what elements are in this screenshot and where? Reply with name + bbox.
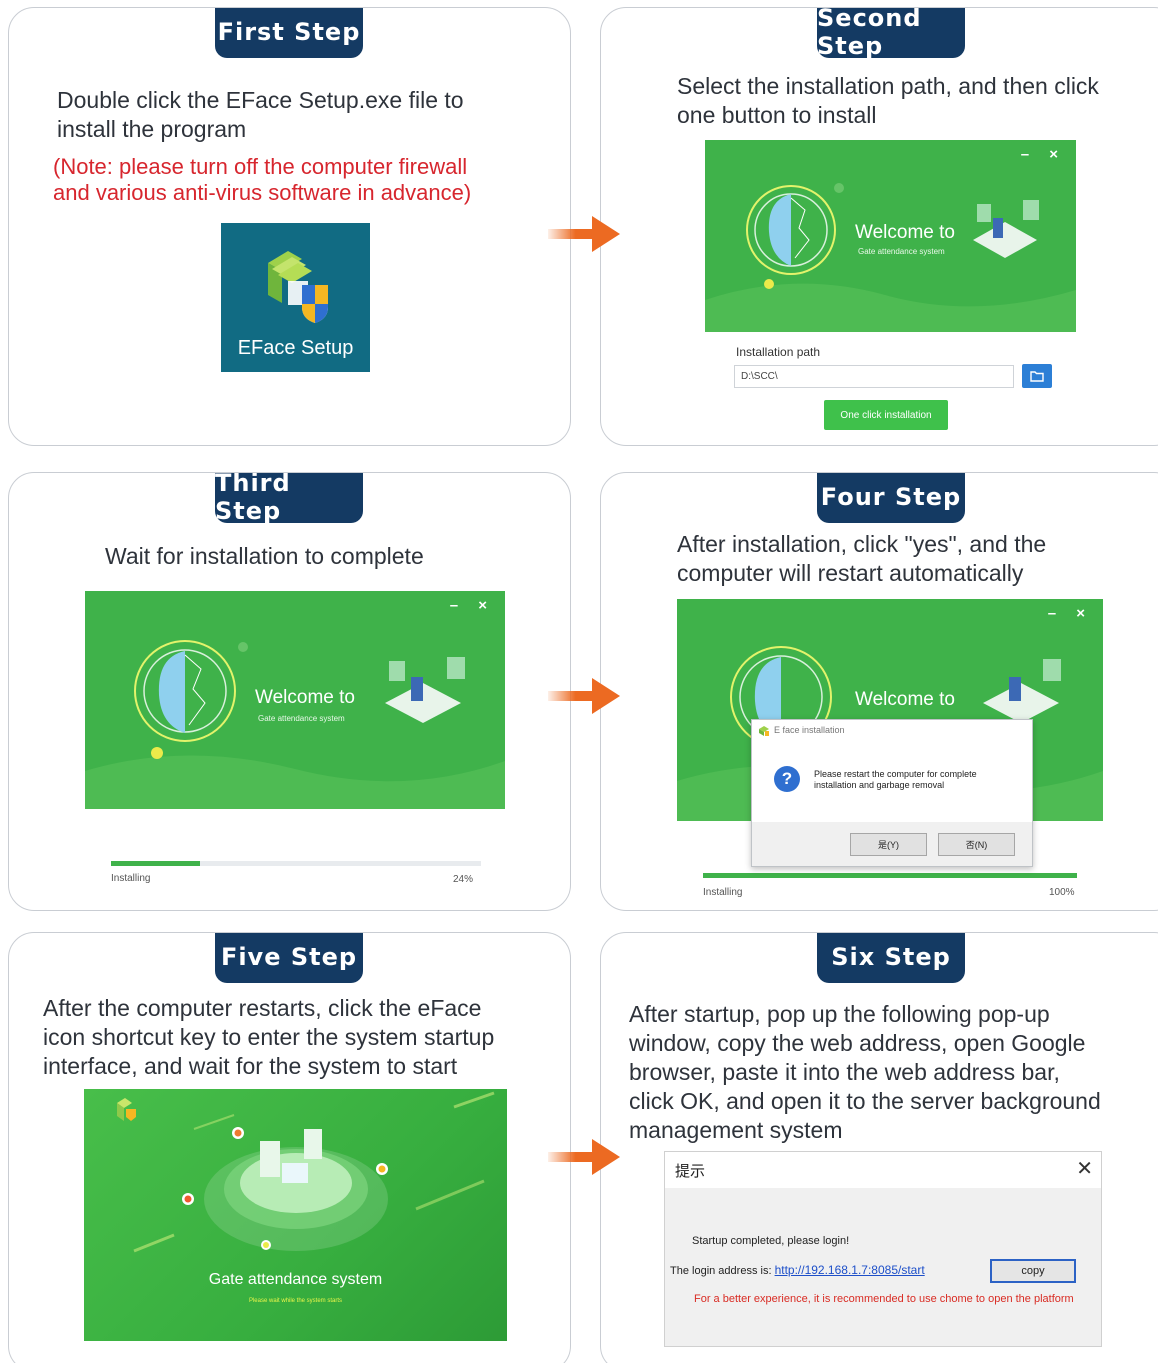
installer-banner: – × Welcome to Gate attendance system	[85, 591, 505, 809]
step-card-1: First Step Double click the EFace Setup.…	[8, 7, 571, 446]
progress-label: Installing	[111, 873, 151, 884]
one-click-install-button[interactable]: One click installation	[824, 400, 948, 430]
browser-recommendation: For a better experience, it is recommend…	[694, 1293, 1074, 1305]
installer-banner: – × Welcome to Gate attendance system	[705, 140, 1076, 332]
step-description: After startup, pop up the following pop-…	[629, 1001, 1101, 1143]
install-progress-bar	[111, 861, 481, 866]
step-badge: First Step	[215, 8, 363, 58]
arrow-right-icon	[548, 678, 620, 714]
step-card-6: Six Step After startup, pop up the follo…	[600, 932, 1158, 1363]
step-description: Wait for installation to complete	[105, 543, 424, 569]
welcome-subtitle: Gate attendance system	[258, 714, 345, 723]
eface-logo-icon	[759, 726, 769, 736]
dialog-title: E face installation	[774, 725, 845, 735]
step-card-2: Second Step Select the installation path…	[600, 7, 1158, 446]
window-controls[interactable]: – ×	[1021, 146, 1066, 163]
progress-fill	[111, 861, 200, 866]
setup-icon-label: EFace Setup	[237, 337, 354, 359]
startup-title: Gate attendance system	[208, 1271, 383, 1288]
installer-window: – × Welcome to Installing 100% E face in…	[677, 599, 1103, 907]
step-description: Double click the EFace Setup.exe file to…	[57, 87, 464, 142]
question-icon: ?	[774, 766, 800, 792]
step-description: After installation, click "yes", and the…	[677, 531, 1047, 586]
step-badge: Second Step	[817, 8, 965, 60]
login-prompt-dialog: 提示 ✕ Startup completed, please login! Th…	[664, 1151, 1102, 1347]
step-badge: Four Step	[817, 473, 965, 523]
startup-screen: Gate attendance system Please wait while…	[84, 1089, 507, 1341]
restart-dialog: E face installation ? Please restart the…	[751, 719, 1033, 867]
installer-window: – × Welcome to Gate attendance system In…	[85, 591, 505, 891]
step-description: After the computer restarts, click the e…	[43, 995, 495, 1079]
login-address-row: The login address is: http://192.168.1.7…	[670, 1263, 925, 1277]
step-card-5: Five Step After the computer restarts, c…	[8, 932, 571, 1363]
step-description: Select the installation path, and then c…	[677, 73, 1099, 128]
welcome-title: Welcome to	[855, 222, 955, 243]
prompt-title: 提示	[675, 1163, 706, 1180]
no-button[interactable]: 否(N)	[938, 833, 1015, 856]
arrow-right-icon	[548, 216, 620, 252]
step-note: (Note: please turn off the computer fire…	[53, 154, 472, 205]
step-badge: Five Step	[215, 933, 363, 983]
arrow-right-icon	[548, 1139, 620, 1175]
progress-percent: 100%	[1049, 887, 1075, 898]
login-address-label: The login address is:	[670, 1265, 772, 1277]
step-card-3: Third Step Wait for installation to comp…	[8, 472, 571, 911]
progress-percent: 24%	[453, 874, 474, 885]
welcome-title: Welcome to	[855, 689, 955, 710]
login-address-link[interactable]: http://192.168.1.7:8085/start	[775, 1263, 925, 1277]
welcome-subtitle: Gate attendance system	[858, 247, 945, 256]
step-badge: Third Step	[215, 473, 363, 525]
browse-folder-button[interactable]	[1022, 364, 1052, 388]
startup-complete-text: Startup completed, please login!	[692, 1235, 850, 1247]
installation-path-input[interactable]: D:\SCC\	[734, 365, 1014, 388]
window-controls[interactable]: – ×	[1048, 605, 1093, 622]
dialog-footer: 是(Y) 否(N)	[752, 822, 1032, 866]
copy-button[interactable]: copy	[990, 1259, 1076, 1283]
eface-setup-icon[interactable]: EFace Setup	[221, 223, 370, 372]
folder-icon	[1030, 370, 1044, 382]
step-card-4: Four Step After installation, click "yes…	[600, 472, 1158, 911]
installation-path-label: Installation path	[736, 345, 821, 359]
installer-window: – × Welcome to Gate attendance system In…	[705, 140, 1076, 440]
startup-subtitle: Please wait while the system starts	[248, 1298, 343, 1304]
yes-button[interactable]: 是(Y)	[850, 833, 927, 856]
eface-logo-icon	[267, 251, 328, 323]
dialog-message: Please restart the computer for complete…	[814, 769, 977, 790]
window-controls[interactable]: – ×	[450, 597, 495, 614]
progress-label: Installing	[703, 887, 743, 898]
install-progress-bar	[703, 873, 1077, 878]
step-badge: Six Step	[817, 933, 965, 983]
welcome-title: Welcome to	[255, 687, 355, 708]
close-icon[interactable]: ✕	[1076, 1156, 1093, 1181]
prompt-header: 提示 ✕	[665, 1152, 1101, 1188]
progress-fill	[703, 873, 1077, 878]
